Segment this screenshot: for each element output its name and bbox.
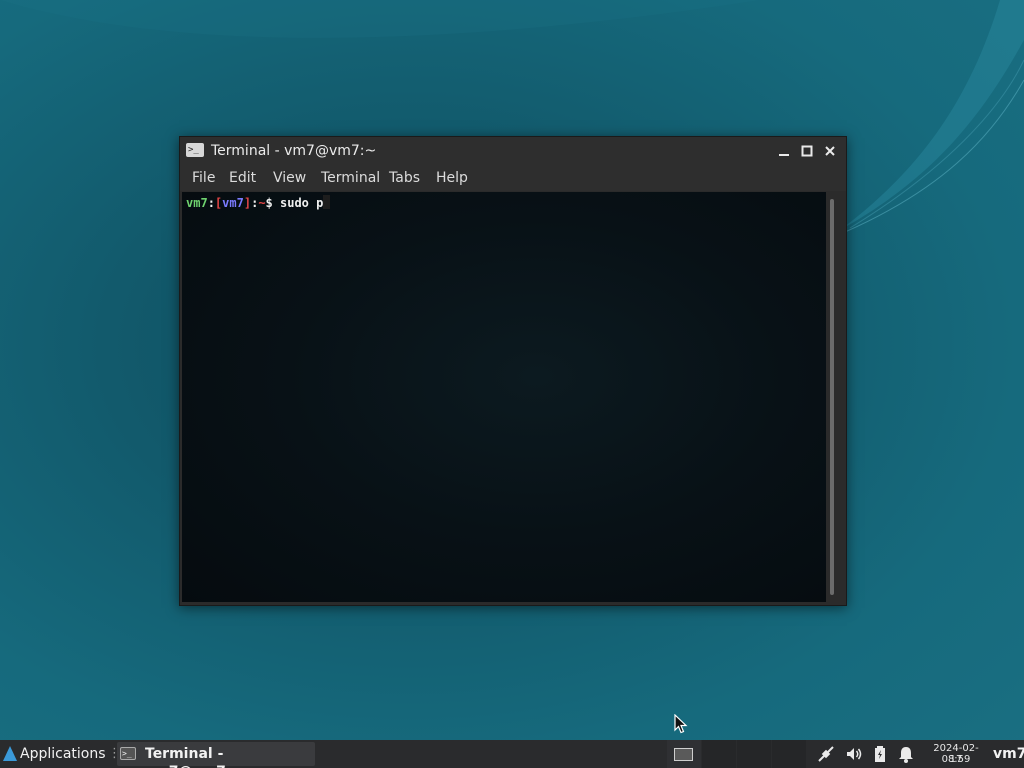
close-icon (825, 146, 835, 156)
prompt-symbol: $ (265, 196, 273, 210)
desktop: >_ Terminal - vm7@vm7:~ File Edit View T… (0, 0, 1024, 768)
volume-icon (847, 748, 862, 760)
window-titlebar[interactable]: >_ Terminal - vm7@vm7:~ (180, 137, 846, 165)
window-title: Terminal - vm7@vm7:~ (211, 143, 377, 159)
clock-time[interactable]: 08:59 (928, 754, 984, 765)
menu-edit[interactable]: Edit (229, 169, 256, 187)
menu-help[interactable]: Help (436, 169, 468, 187)
maximize-icon (801, 145, 813, 157)
prompt-line: vm7:[vm7]:~$ sudo p (186, 195, 331, 211)
bell-icon (899, 747, 913, 763)
taskbar-item-terminal[interactable]: >_ Terminal - vm7@vm7:~ (117, 742, 315, 768)
workspace-1[interactable] (667, 740, 701, 768)
terminal-icon: >_ (120, 747, 136, 760)
prompt-path: ~ (258, 196, 266, 210)
menu-terminal[interactable]: Terminal (321, 169, 380, 187)
applications-menu-button[interactable]: Applications ⋮ (0, 740, 121, 768)
prompt-bracket-close: ] (243, 196, 252, 210)
terminal-window[interactable]: >_ Terminal - vm7@vm7:~ File Edit View T… (179, 136, 847, 606)
command-text: sudo p (272, 196, 324, 210)
battery-tray-button[interactable] (870, 744, 890, 764)
applications-label: Applications (20, 746, 106, 762)
workspace-3[interactable] (737, 740, 771, 768)
network-tray-button[interactable] (815, 744, 837, 764)
prompt-colon: : (207, 196, 215, 210)
menu-view[interactable]: View (273, 169, 306, 187)
prompt-host: vm7 (222, 196, 244, 210)
taskbar-item-label: Terminal - vm7@vm7:~ (145, 746, 243, 768)
text-cursor (323, 195, 331, 209)
minimize-button[interactable] (774, 141, 794, 161)
terminal-output[interactable]: vm7:[vm7]:~$ sudo p (182, 192, 826, 602)
notifications-tray-button[interactable] (896, 744, 916, 764)
user-menu-button[interactable]: vm7 (993, 745, 1024, 763)
taskbar: Applications ⋮ >_ Terminal - vm7@vm7:~ 2… (0, 740, 1024, 768)
network-icon (818, 746, 834, 762)
workspace-2[interactable] (702, 740, 736, 768)
scrollbar[interactable] (830, 199, 834, 595)
minimize-icon (779, 154, 789, 156)
volume-tray-button[interactable] (843, 744, 865, 764)
workspace-4[interactable] (772, 740, 806, 768)
applications-icon (3, 746, 17, 761)
menubar: File Edit View Terminal Tabs Help (180, 165, 846, 191)
close-button[interactable] (820, 141, 840, 161)
menu-tabs[interactable]: Tabs (389, 169, 420, 187)
menu-file[interactable]: File (192, 169, 215, 187)
workspace-window-preview (674, 748, 693, 761)
maximize-button[interactable] (797, 141, 817, 161)
prompt-user: vm7 (186, 196, 208, 210)
mouse-pointer-icon (674, 714, 688, 734)
terminal-icon: >_ (186, 143, 204, 157)
battery-icon (875, 746, 885, 762)
